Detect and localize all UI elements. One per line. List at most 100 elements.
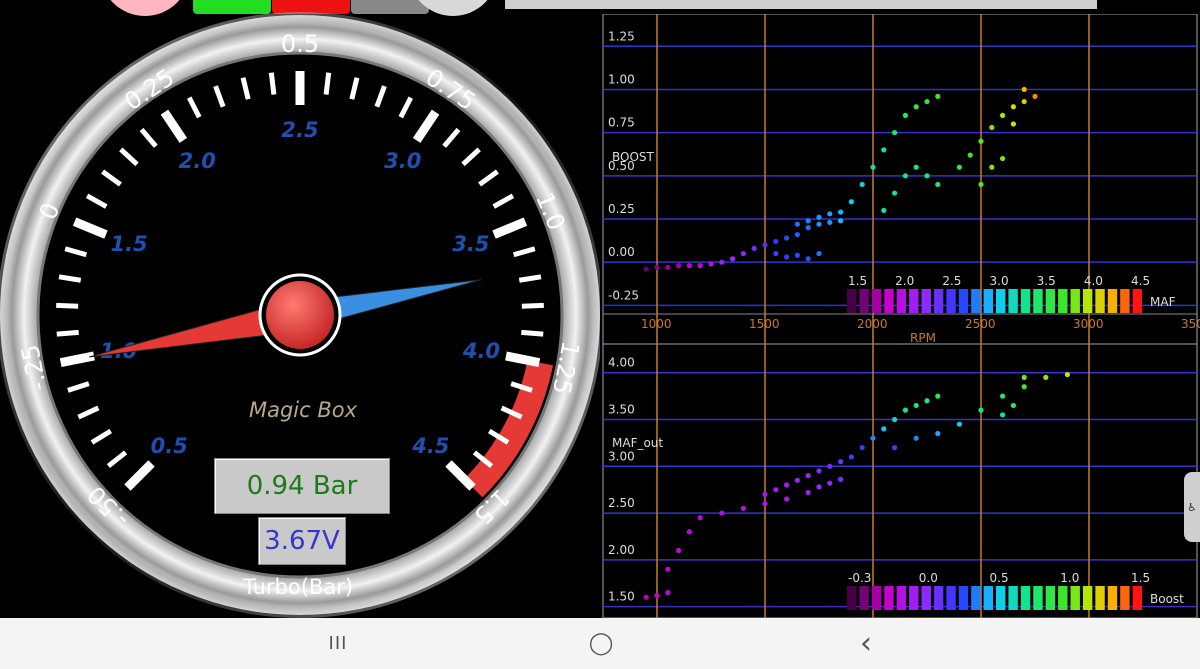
chart-frame xyxy=(602,344,1198,618)
colorbar-tick-label: 0.5 xyxy=(990,571,1009,585)
data-point xyxy=(643,594,649,600)
data-point xyxy=(924,398,930,404)
data-point xyxy=(848,454,854,460)
colorbar-segment xyxy=(1107,586,1118,610)
data-point xyxy=(827,219,833,226)
accessibility-icon: ♿ xyxy=(1187,500,1197,514)
colorbar-segment xyxy=(1070,289,1080,313)
data-point xyxy=(935,430,941,437)
home-icon: ◯ xyxy=(588,631,614,656)
data-point xyxy=(913,402,919,409)
home-button[interactable]: ◯ xyxy=(561,618,641,669)
data-point xyxy=(805,256,811,262)
colorbar-segment xyxy=(1058,289,1068,313)
colorbar-segment xyxy=(1008,289,1018,313)
inner-scale-label: 4.5 xyxy=(411,434,449,458)
data-point xyxy=(902,173,908,179)
colorbar-label: Boost xyxy=(1150,592,1184,606)
minor-tick xyxy=(268,72,277,95)
colorbar-tick-label: -0.3 xyxy=(848,571,871,585)
data-point xyxy=(902,112,908,118)
boost-readout: 0.94 Bar xyxy=(214,458,390,514)
y-tick-label: 3.50 xyxy=(608,403,635,417)
colorbar-segment xyxy=(1095,586,1105,610)
data-point xyxy=(913,164,919,170)
data-point xyxy=(794,252,800,258)
data-point xyxy=(762,501,768,507)
colorbar-tick-label: 1.0 xyxy=(1060,571,1079,585)
data-point xyxy=(805,225,811,231)
data-point xyxy=(989,164,995,170)
data-point xyxy=(730,256,736,262)
recents-button[interactable]: III xyxy=(298,618,378,669)
y-tick-label: 0.00 xyxy=(608,245,635,259)
data-point xyxy=(989,124,995,131)
y-tick-label: 2.50 xyxy=(608,496,635,510)
data-point xyxy=(978,181,984,188)
data-point xyxy=(902,407,908,413)
y-axis-label: BOOST xyxy=(612,150,655,164)
data-point xyxy=(1064,371,1070,378)
data-point xyxy=(740,505,746,511)
colorbar-segment xyxy=(983,586,993,610)
data-point xyxy=(892,190,898,196)
data-point xyxy=(805,473,811,479)
colorbar-segment xyxy=(971,586,981,610)
x-tick-label: 3000 xyxy=(1073,317,1104,331)
edge-panel-handle[interactable]: ♿ xyxy=(1184,472,1200,542)
data-point xyxy=(827,211,833,217)
data-point xyxy=(956,164,962,170)
y-tick-label: 1.25 xyxy=(608,29,635,43)
voltage-readout-value: 3.67V xyxy=(264,526,340,556)
colorbar-segment xyxy=(1120,289,1130,313)
colorbar-tick-label: 4.0 xyxy=(1084,274,1103,288)
data-point xyxy=(816,221,822,227)
data-point xyxy=(676,547,682,554)
colorbar-segment xyxy=(1033,586,1043,610)
data-point xyxy=(773,250,779,257)
data-point xyxy=(665,590,671,596)
colorbar-segment xyxy=(847,289,857,313)
data-point xyxy=(913,104,919,110)
data-point xyxy=(1000,393,1006,399)
data-point xyxy=(859,181,865,188)
data-point xyxy=(676,263,682,269)
system-nav-bar: III ◯ ‹ xyxy=(0,618,1200,669)
minor-tick xyxy=(521,302,544,309)
data-point xyxy=(881,207,887,213)
x-axis-label: RPM xyxy=(910,331,936,344)
data-point xyxy=(794,231,800,238)
x-tick-label: 1000 xyxy=(641,317,672,331)
x-tick-label: 2500 xyxy=(965,317,996,331)
recents-icon: III xyxy=(328,633,348,654)
data-point xyxy=(708,261,714,267)
colorbar-segment xyxy=(933,586,944,610)
data-point xyxy=(967,152,973,158)
colorbar-segment xyxy=(1132,289,1142,313)
data-point xyxy=(881,147,887,153)
data-point xyxy=(719,510,725,516)
colorbar-segment xyxy=(1020,289,1031,313)
back-button[interactable]: ‹ xyxy=(826,618,906,669)
boost-vs-rpm-chart: -0.250.000.250.500.751.001.25BOOST1.5 2.0… xyxy=(602,14,1200,344)
colorbar-label: MAF xyxy=(1150,295,1176,309)
gauge-hub xyxy=(266,281,334,349)
colorbar-segment xyxy=(921,586,931,610)
data-point xyxy=(816,468,822,474)
colorbar-segment xyxy=(896,289,907,313)
y-tick-label: 1.50 xyxy=(608,590,635,604)
outer-scale-label: 0.5 xyxy=(281,30,319,58)
data-point xyxy=(762,242,768,248)
data-point xyxy=(1010,121,1016,127)
x-tick-label: 3500 xyxy=(1181,317,1200,331)
data-point xyxy=(956,421,962,427)
data-point xyxy=(643,266,649,272)
data-point xyxy=(935,93,941,99)
colorbar-segment xyxy=(859,586,869,610)
colorbar-segment xyxy=(933,289,944,313)
colorbar-segment xyxy=(871,289,882,313)
data-point xyxy=(1021,98,1027,105)
seek-bar[interactable] xyxy=(505,0,1097,9)
y-tick-label: 0.25 xyxy=(608,202,635,216)
colorbar-segment xyxy=(1033,289,1043,313)
